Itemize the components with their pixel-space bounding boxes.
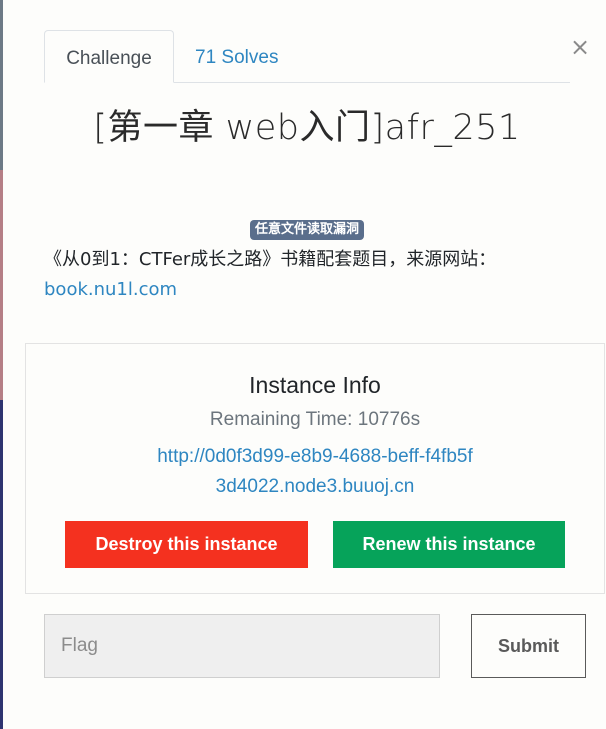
challenge-tag: 任意文件读取漏洞 (250, 220, 365, 240)
remaining-time-label: Remaining Time: (209, 409, 353, 430)
close-icon[interactable]: × (569, 33, 591, 61)
challenge-modal: × Challenge 71 Solves [第一章 web入门]afr_251… (3, 0, 606, 729)
description-link[interactable]: book.nu1l.com (44, 279, 177, 300)
description-text: 《从0到1：CTFer成长之路》书籍配套题目，来源网站： (44, 249, 497, 270)
destroy-instance-button[interactable]: Destroy this instance (65, 521, 308, 568)
remaining-time: Remaining Time: 10776s (26, 406, 604, 434)
remaining-time-value: 10776s (357, 409, 421, 430)
instance-url-link[interactable]: http://0d0f3d99-e8b9-4688-beff-f4fb5f3d4… (156, 442, 474, 502)
tab-challenge[interactable]: Challenge (44, 30, 174, 83)
instance-info-card: Instance Info Remaining Time: 10776s htt… (25, 343, 605, 594)
flag-input[interactable] (44, 614, 440, 678)
instance-info-title: Instance Info (249, 372, 381, 398)
challenge-description: 《从0到1：CTFer成长之路》书籍配套题目，来源网站： book.nu1l.c… (44, 245, 564, 305)
tab-solves[interactable]: 71 Solves (195, 30, 305, 81)
submit-button[interactable]: Submit (471, 614, 586, 678)
modal-tabs: Challenge 71 Solves (44, 30, 570, 83)
challenge-title: [第一章 web入门]afr_251 (93, 108, 521, 148)
renew-instance-button[interactable]: Renew this instance (333, 521, 565, 568)
